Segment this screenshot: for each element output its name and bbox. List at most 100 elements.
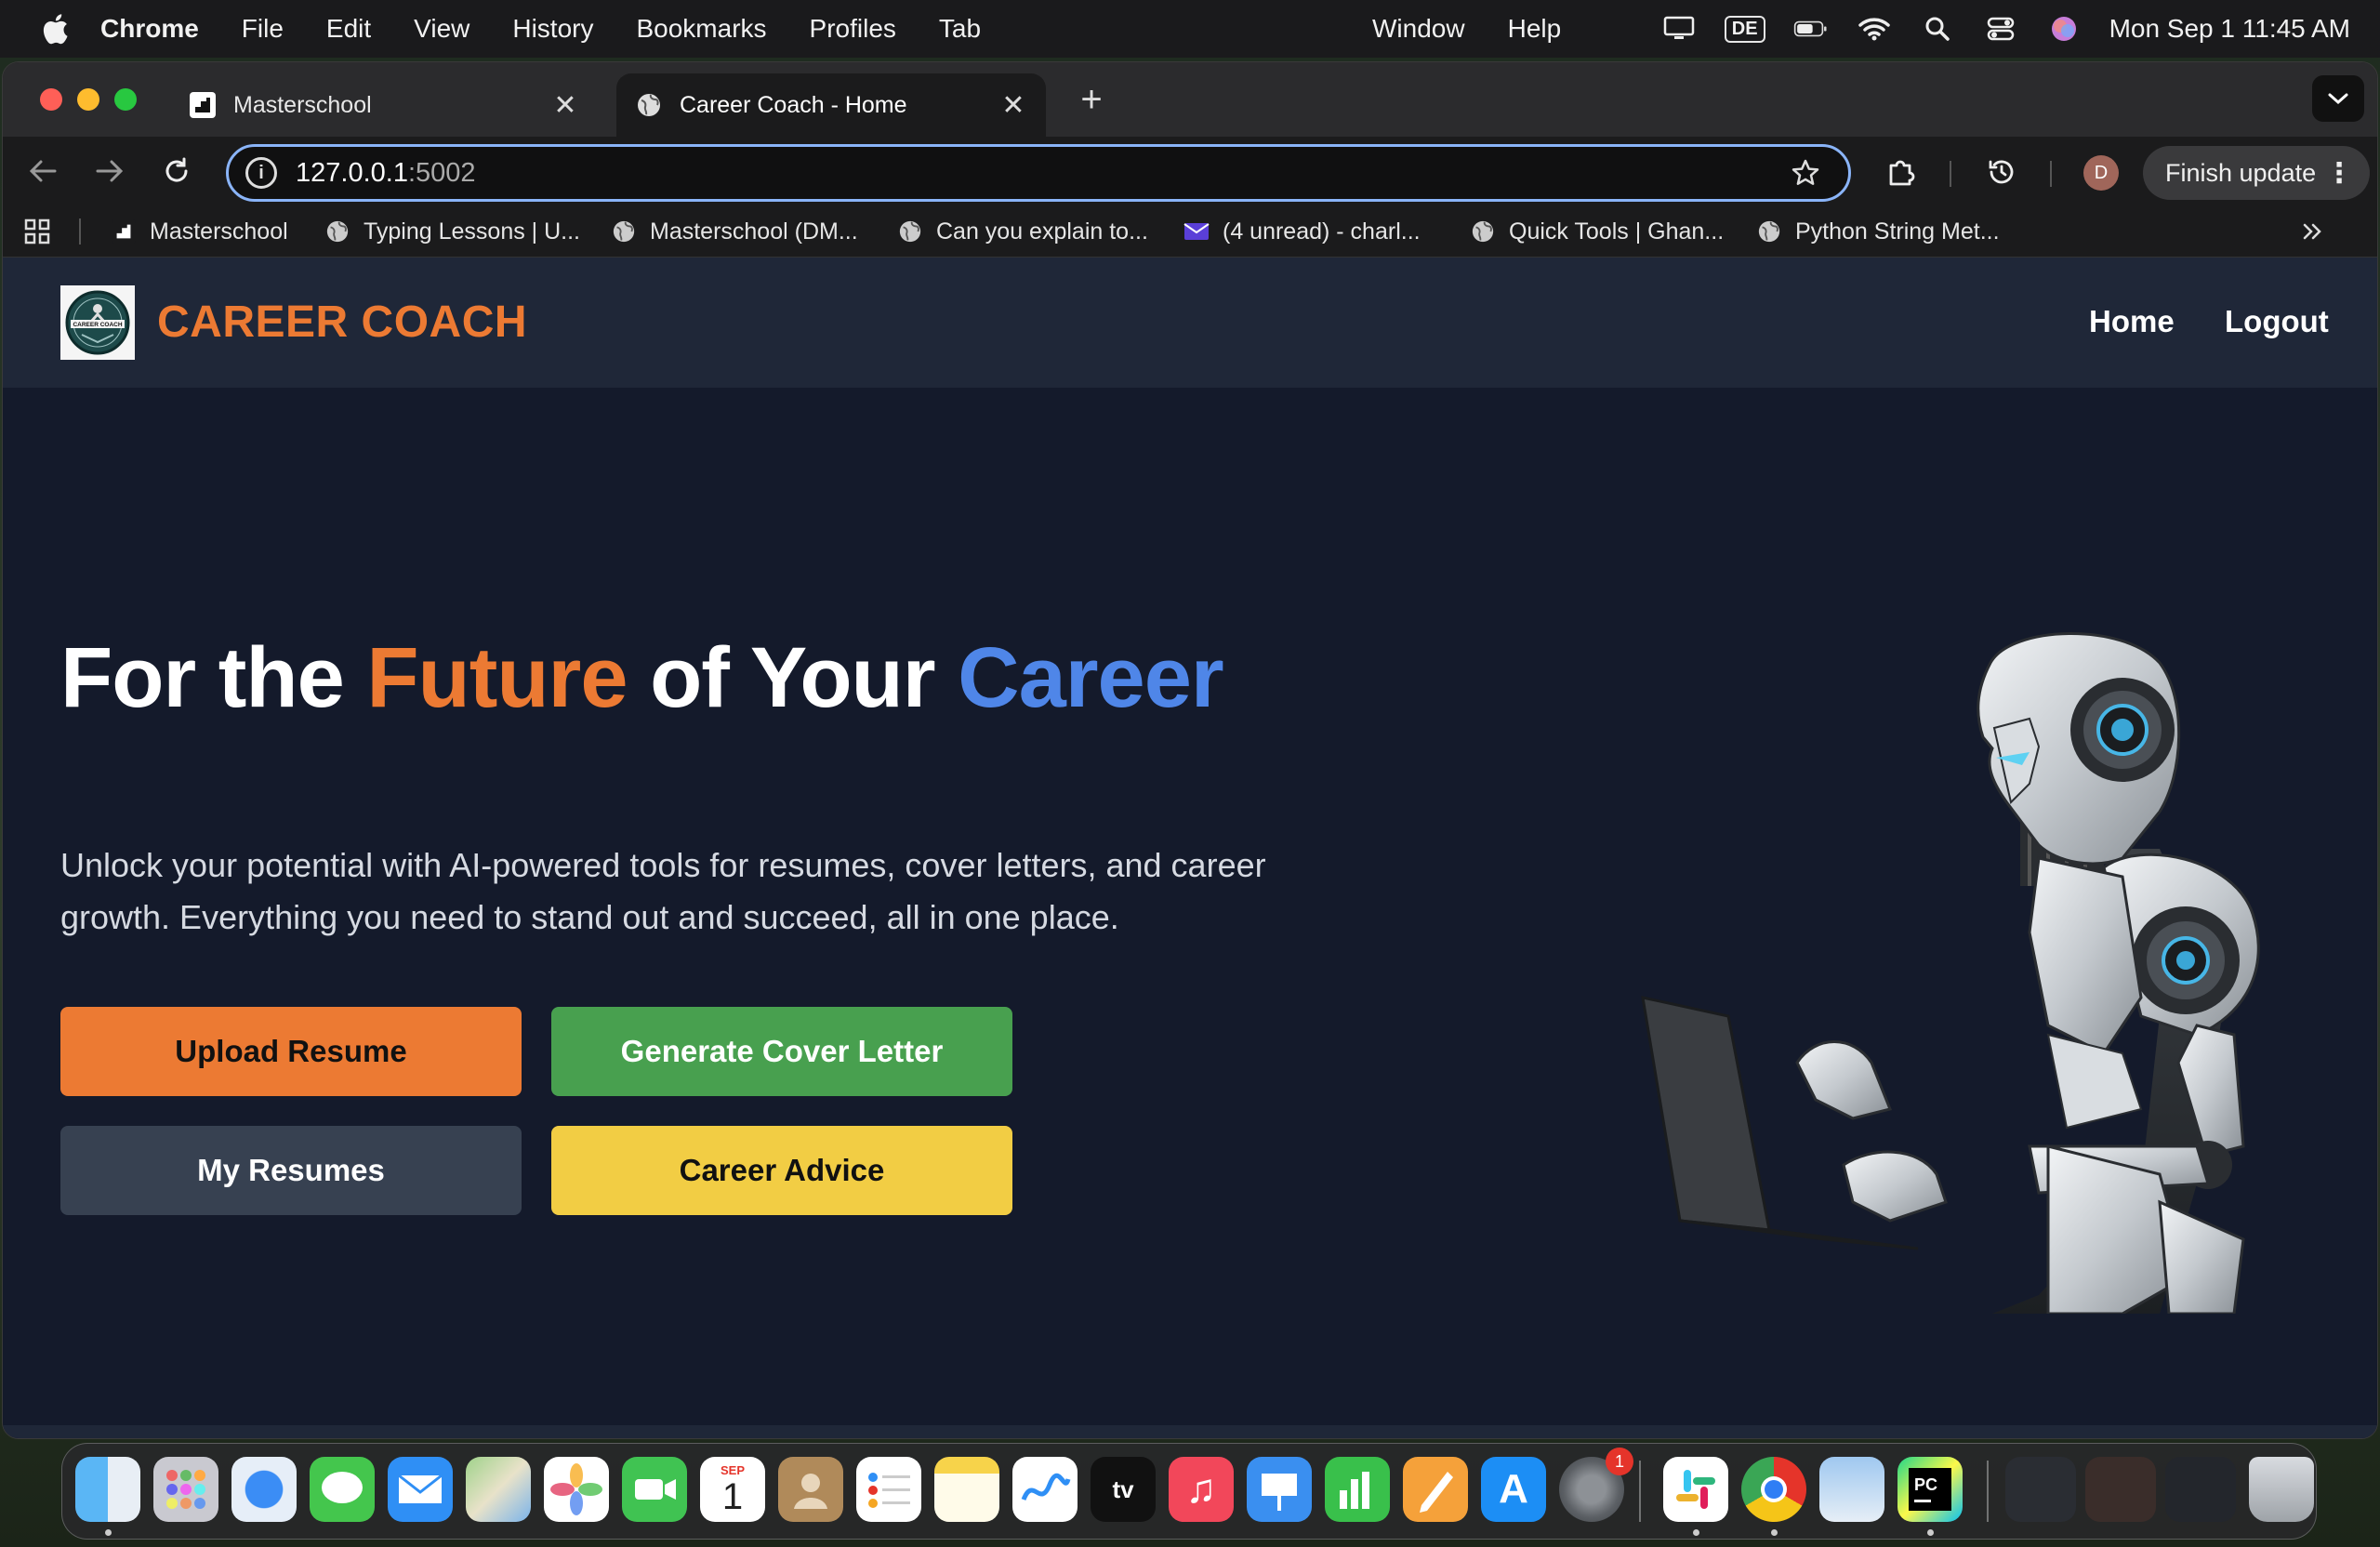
menu-window[interactable]: Window <box>1372 14 1465 44</box>
masterschool-icon <box>111 218 137 245</box>
display-icon[interactable] <box>1661 16 1697 42</box>
keynote-icon[interactable] <box>1247 1457 1312 1522</box>
trash-icon[interactable] <box>2249 1457 2314 1522</box>
maps-icon[interactable] <box>466 1457 531 1522</box>
dock-divider <box>1987 1461 1989 1522</box>
pycharm-icon[interactable]: PC <box>1897 1457 1963 1522</box>
bookmark-item[interactable]: (4 unread) - charl... <box>1183 215 1421 248</box>
numbers-icon[interactable] <box>1325 1457 1390 1522</box>
menu-profiles[interactable]: Profiles <box>810 14 896 44</box>
safari-icon[interactable] <box>231 1457 297 1522</box>
nav-logout-link[interactable]: Logout <box>2225 304 2329 339</box>
close-tab-icon[interactable]: ✕ <box>551 89 579 122</box>
tab-title: Career Coach - Home <box>680 91 907 118</box>
back-arrow-icon[interactable] <box>21 150 64 192</box>
bookmark-item[interactable]: Masterschool (DM... <box>611 215 858 248</box>
apple-menu-icon[interactable] <box>26 13 84 45</box>
preview-icon[interactable] <box>1819 1457 1884 1522</box>
url-host: 127.0.0.1 <box>296 157 408 188</box>
menu-edit[interactable]: Edit <box>326 14 371 44</box>
my-resumes-button[interactable]: My Resumes <box>60 1126 522 1215</box>
toolbar-divider <box>2050 161 2052 187</box>
calendar-icon[interactable]: SEP 1 <box>700 1457 765 1522</box>
address-bar[interactable]: i 127.0.0.1:5002 <box>226 144 1851 202</box>
recent-window-thumbnail[interactable] <box>2085 1457 2156 1522</box>
new-tab-button[interactable]: + <box>1068 79 1115 121</box>
site-brand[interactable]: CAREER COACH <box>157 297 527 348</box>
launchpad-icon[interactable] <box>153 1457 218 1522</box>
kebab-menu-icon[interactable]: ⋮ <box>2325 157 2353 190</box>
recent-window-thumbnail[interactable] <box>2165 1457 2236 1522</box>
siri-icon[interactable] <box>2046 16 2082 42</box>
freeform-icon[interactable] <box>1012 1457 1078 1522</box>
bookmarks-divider <box>79 218 81 245</box>
menu-help[interactable]: Help <box>1508 14 1562 44</box>
finder-icon[interactable] <box>75 1457 140 1522</box>
wifi-icon[interactable] <box>1857 16 1892 42</box>
chrome-icon[interactable] <box>1741 1457 1806 1522</box>
generate-cover-letter-button[interactable]: Generate Cover Letter <box>551 1007 1012 1096</box>
bookmark-label: Masterschool <box>150 218 288 245</box>
running-indicator <box>105 1529 112 1536</box>
bookmark-label: Masterschool (DM... <box>650 218 858 245</box>
macos-dock: SEP 1 tv ♫ A 1 PC <box>61 1443 2317 1540</box>
bookmark-item[interactable]: Typing Lessons | U... <box>324 215 580 248</box>
tab-career-coach[interactable]: Career Coach - Home ✕ <box>616 73 1046 137</box>
career-coach-logo[interactable]: CAREER COACH <box>60 285 135 360</box>
pages-icon[interactable] <box>1403 1457 1468 1522</box>
upload-resume-button[interactable]: Upload Resume <box>60 1007 522 1096</box>
reload-icon[interactable] <box>155 150 198 192</box>
battery-icon[interactable] <box>1793 16 1829 42</box>
toolbar-divider <box>1950 161 1951 187</box>
slack-icon[interactable] <box>1663 1457 1728 1522</box>
menu-file[interactable]: File <box>242 14 284 44</box>
zoom-window-button[interactable] <box>114 88 137 111</box>
messages-icon[interactable] <box>310 1457 375 1522</box>
nav-home-link[interactable]: Home <box>2089 304 2175 339</box>
recent-window-thumbnail[interactable] <box>2005 1457 2076 1522</box>
bookmark-star-icon[interactable] <box>1791 158 1820 195</box>
app-store-icon[interactable]: A <box>1481 1457 1546 1522</box>
close-window-button[interactable] <box>40 88 62 111</box>
tab-search-button[interactable] <box>2312 75 2364 122</box>
menu-tab[interactable]: Tab <box>939 14 981 44</box>
menu-datetime[interactable]: Mon Sep 1 11:45 AM <box>2109 14 2350 44</box>
notes-icon[interactable] <box>934 1457 999 1522</box>
bookmark-item[interactable]: Quick Tools | Ghan... <box>1470 215 1724 248</box>
spotlight-search-icon[interactable] <box>1920 16 1955 42</box>
facetime-icon[interactable] <box>622 1457 687 1522</box>
contacts-icon[interactable] <box>778 1457 843 1522</box>
calendar-day: 1 <box>721 1475 744 1517</box>
calendar-month: SEP <box>720 1462 745 1477</box>
menu-history[interactable]: History <box>512 14 593 44</box>
apple-tv-icon[interactable]: tv <box>1091 1457 1156 1522</box>
forward-arrow-icon[interactable] <box>88 150 131 192</box>
mail-icon[interactable] <box>388 1457 453 1522</box>
finish-update-label: Finish update <box>2165 158 2317 187</box>
reminders-icon[interactable] <box>856 1457 921 1522</box>
minimize-window-button[interactable] <box>77 88 99 111</box>
career-advice-button[interactable]: Career Advice <box>551 1126 1012 1215</box>
tab-title: Masterschool <box>233 91 372 118</box>
extensions-icon[interactable] <box>1883 153 1920 191</box>
music-icon[interactable]: ♫ <box>1169 1457 1234 1522</box>
apps-grid-icon[interactable] <box>23 215 51 248</box>
finish-update-button[interactable]: Finish update ⋮ <box>2143 146 2370 200</box>
bookmark-item[interactable]: Can you explain to... <box>897 215 1148 248</box>
history-icon[interactable] <box>1983 153 2020 191</box>
tab-masterschool[interactable]: Masterschool ✕ <box>170 73 598 137</box>
bookmark-item[interactable]: Python String Met... <box>1756 215 2000 248</box>
keyboard-layout-badge[interactable]: DE <box>1724 15 1765 43</box>
bookmarks-overflow-chevron-icon[interactable] <box>2301 215 2325 248</box>
menu-app-name[interactable]: Chrome <box>100 14 199 44</box>
site-info-icon[interactable]: i <box>245 157 277 189</box>
browser-toolbar: i 127.0.0.1:5002 D Finish update ⋮ <box>3 137 2377 205</box>
bookmark-label: Typing Lessons | U... <box>364 218 580 245</box>
menu-bookmarks[interactable]: Bookmarks <box>636 14 766 44</box>
control-center-icon[interactable] <box>1983 16 2018 42</box>
menu-view[interactable]: View <box>414 14 469 44</box>
close-tab-icon[interactable]: ✕ <box>999 89 1027 122</box>
bookmark-item[interactable]: Masterschool <box>111 215 288 248</box>
profile-avatar[interactable]: D <box>2083 155 2119 191</box>
photos-icon[interactable] <box>544 1457 609 1522</box>
